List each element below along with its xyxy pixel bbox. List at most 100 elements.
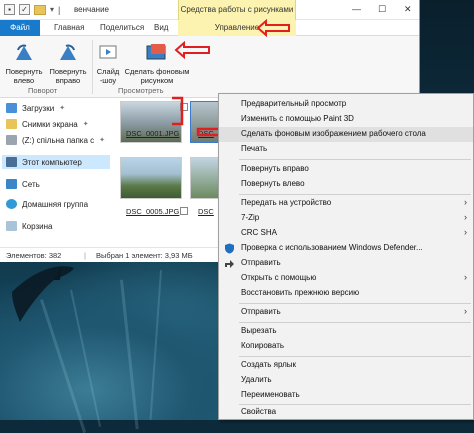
menu-item-label: Повернуть влево (241, 179, 305, 188)
set-background-icon (145, 42, 169, 64)
menu-item-send-to[interactable]: Отправить › (219, 305, 473, 320)
folder-icon[interactable] (34, 4, 46, 15)
tab-view[interactable]: Вид (148, 20, 174, 36)
menu-item-restore-previous[interactable]: Восстановить прежнюю версию (219, 286, 473, 301)
nav-item-label: Сеть (22, 179, 40, 189)
menu-item-label: Копировать (241, 341, 285, 350)
contextual-group-title: Средства работы с рисунками (178, 0, 296, 20)
menu-separator (239, 194, 471, 195)
annotation-arrow-set-background (174, 41, 210, 59)
minimize-icon[interactable]: — (352, 4, 361, 14)
nav-item-label: Загрузки (22, 103, 55, 113)
quick-access-toolbar: ▪ ✓ ▾ | (4, 4, 60, 15)
menu-item-preview[interactable]: Предварительный просмотр (219, 97, 473, 112)
pin-icon: ✦ (59, 105, 66, 112)
menu-item-cut[interactable]: Вырезать (219, 324, 473, 339)
slideshow-icon (96, 42, 120, 64)
submenu-arrow-icon: › (464, 272, 467, 282)
menu-item-crc-sha[interactable]: CRC SHA › (219, 226, 473, 241)
rotate-right-label-2: вправо (55, 76, 81, 85)
menu-item-rotate-left[interactable]: Повернуть влево (219, 177, 473, 192)
thumbnail-dsc-0005[interactable] (120, 157, 182, 199)
ribbon-tabs: Файл Главная Поделиться Вид Управление (0, 20, 419, 36)
nav-item-network-drive[interactable]: (Z:) спільна папка с ✦ (6, 133, 105, 147)
nav-item-downloads[interactable]: Загрузки ✦ (6, 101, 65, 115)
selection-info: Выбран 1 элемент: 3,93 МБ (96, 251, 193, 260)
menu-item-label: Отправить (241, 307, 281, 316)
nav-item-homegroup[interactable]: Домашняя группа (6, 197, 88, 211)
menu-item-copy[interactable]: Копировать (219, 339, 473, 354)
menu-separator (239, 303, 471, 304)
dolphin-image (12, 266, 74, 322)
submenu-arrow-icon: › (464, 306, 467, 316)
thumbnail-dsc-next[interactable] (190, 157, 220, 199)
network-drive-icon (6, 135, 17, 145)
nav-item-screenshots[interactable]: Снимки экрана ✦ (6, 117, 89, 131)
slideshow-label-2: -шоу (99, 76, 117, 85)
menu-item-label: Изменить с помощью Paint 3D (241, 114, 354, 123)
submenu-arrow-icon: › (464, 227, 467, 237)
nav-item-this-pc[interactable]: Этот компьютер (2, 155, 110, 169)
menu-item-set-desktop-background[interactable]: Сделать фоновым изображением рабочего ст… (219, 127, 473, 142)
tab-file[interactable]: Файл (0, 20, 40, 36)
menu-item-rename[interactable]: Переименовать (219, 388, 473, 403)
rotate-right-label-1: Повернуть (49, 67, 87, 76)
download-icon (6, 103, 17, 113)
menu-item-share[interactable]: Отправить (219, 256, 473, 271)
navigation-pane: Загрузки ✦ Снимки экрана ✦ (Z:) спільна … (0, 99, 114, 247)
menu-separator (239, 322, 471, 323)
selection-checkbox[interactable] (180, 207, 188, 215)
menu-item-open-with[interactable]: Открыть с помощью › (219, 271, 473, 286)
maximize-icon[interactable]: ☐ (378, 4, 386, 15)
rotate-right-icon (56, 42, 80, 64)
group-label-view: Просмотреть (118, 86, 164, 95)
menu-item-defender-scan[interactable]: Проверка с использованием Windows Defend… (219, 241, 473, 256)
group-label-rotate: Поворот (28, 86, 58, 95)
computer-icon (6, 157, 17, 167)
context-menu: Предварительный просмотр Изменить с помо… (218, 93, 474, 420)
slideshow-button[interactable]: Слайд -шоу (94, 42, 122, 85)
title-separator: | (58, 4, 61, 15)
title-bar: ▪ ✓ ▾ | венчание Средства работы с рисун… (0, 0, 419, 20)
submenu-arrow-icon: › (464, 197, 467, 207)
menu-item-create-shortcut[interactable]: Создать ярлык (219, 358, 473, 373)
menu-item-label: CRC SHA (241, 228, 278, 237)
file-label[interactable]: DSC (198, 207, 214, 216)
menu-item-label: Передать на устройство (241, 198, 332, 207)
menu-item-cast-to-device[interactable]: Передать на устройство › (219, 196, 473, 211)
annotation-bracket (172, 96, 184, 126)
menu-separator (239, 159, 471, 160)
menu-item-7zip[interactable]: 7-Zip › (219, 211, 473, 226)
qat-dropdown-icon[interactable]: ▾ (50, 5, 54, 14)
rotate-right-button[interactable]: Повернуть вправо (48, 42, 88, 85)
nav-item-label: Этот компьютер (22, 157, 82, 167)
nav-item-label: Домашняя группа (22, 199, 89, 209)
menu-item-delete[interactable]: Удалить (219, 373, 473, 388)
status-separator: | (84, 251, 86, 260)
menu-item-label: Проверка с использованием Windows Defend… (241, 243, 423, 252)
check-icon[interactable]: ✓ (19, 4, 30, 15)
save-icon[interactable]: ▪ (4, 4, 15, 15)
nav-item-network[interactable]: Сеть (6, 177, 40, 191)
menu-item-label: Открыть с помощью (241, 273, 317, 282)
menu-item-properties[interactable]: Свойства (219, 405, 473, 420)
nav-item-recycle-bin[interactable]: Корзина (6, 219, 52, 233)
close-icon[interactable]: ✕ (404, 4, 412, 15)
set-background-label-1: Сделать фоновым (124, 67, 190, 76)
network-icon (6, 179, 17, 189)
ribbon-group-separator (92, 40, 93, 94)
file-label[interactable]: DSC_0005.JPG (126, 207, 179, 216)
menu-item-print[interactable]: Печать (219, 142, 473, 157)
rotate-left-icon (12, 42, 36, 64)
menu-item-rotate-right[interactable]: Повернуть вправо (219, 162, 473, 177)
file-label[interactable]: DSC_0001.JPG (126, 129, 179, 138)
share-icon (225, 260, 234, 268)
rotate-left-label-2: влево (13, 76, 35, 85)
menu-item-edit-paint3d[interactable]: Изменить с помощью Paint 3D (219, 112, 473, 127)
tab-share[interactable]: Поделиться (94, 20, 150, 36)
rotate-left-button[interactable]: Повернуть влево (4, 42, 44, 85)
item-count: Элементов: 382 (6, 251, 62, 260)
tab-home[interactable]: Главная (48, 20, 90, 36)
annotation-arrow-manage (256, 19, 290, 37)
menu-item-label: Свойства (241, 407, 277, 416)
